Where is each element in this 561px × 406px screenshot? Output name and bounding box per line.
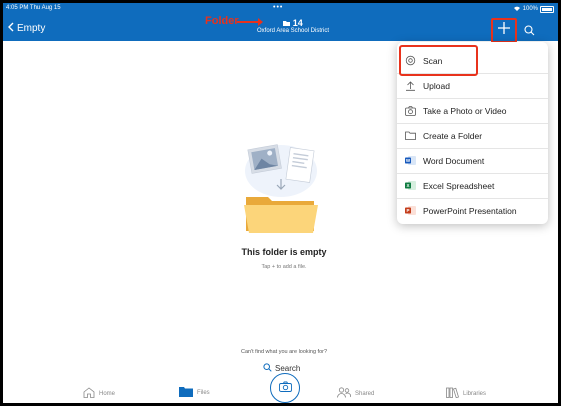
cant-find-text: Can't find what you are looking for? bbox=[240, 349, 328, 355]
menu-item-label: Word Document bbox=[423, 155, 485, 166]
menu-item-label: Create a Folder bbox=[423, 130, 483, 141]
menu-item-word[interactable]: W Word Document bbox=[397, 148, 548, 174]
camera-icon bbox=[397, 105, 423, 116]
tab-home[interactable]: Home bbox=[83, 387, 115, 400]
status-right: 100% bbox=[513, 5, 554, 13]
app-screen: 4:05 PM Thu Aug 15 ••• 100% Empty 14 Oxf… bbox=[3, 3, 558, 403]
folder-icon bbox=[397, 131, 423, 140]
svg-text:X: X bbox=[406, 183, 409, 188]
empty-state-hint: Tap + to add a file. bbox=[261, 264, 307, 270]
menu-item-label: Take a Photo or Video bbox=[423, 105, 507, 116]
menu-item-excel[interactable]: X Excel Spreadsheet bbox=[397, 173, 548, 199]
menu-item-take-photo[interactable]: Take a Photo or Video bbox=[397, 98, 548, 124]
menu-item-upload[interactable]: Upload bbox=[397, 73, 548, 99]
folder-annotation: Folder bbox=[205, 15, 239, 27]
page-title-text: 14 bbox=[292, 18, 303, 28]
menu-item-powerpoint[interactable]: P PowerPoint Presentation bbox=[397, 198, 548, 223]
tab-shared[interactable]: Shared bbox=[337, 387, 374, 400]
status-dots: ••• bbox=[273, 4, 284, 11]
page-subtitle: Oxford Area School District bbox=[256, 28, 330, 34]
empty-state-title: This folder is empty bbox=[241, 247, 327, 257]
menu-item-label: PowerPoint Presentation bbox=[423, 205, 517, 216]
scan-highlight bbox=[399, 45, 478, 76]
back-button[interactable]: Empty bbox=[8, 22, 45, 35]
tab-label: Shared bbox=[355, 390, 375, 397]
folder-small-icon bbox=[283, 18, 293, 28]
files-icon bbox=[179, 387, 193, 399]
empty-folder-illustration bbox=[244, 144, 318, 233]
search-link-label: Search bbox=[275, 364, 301, 373]
annotation-arrow bbox=[237, 18, 263, 26]
wifi-icon bbox=[513, 5, 521, 13]
search-icon bbox=[524, 25, 535, 36]
camera-icon bbox=[278, 379, 292, 397]
search-icon bbox=[263, 363, 272, 374]
tab-label: Libraries bbox=[463, 390, 487, 397]
powerpoint-icon: P bbox=[397, 205, 423, 216]
add-button-highlight bbox=[491, 18, 517, 43]
menu-item-create-folder[interactable]: Create a Folder bbox=[397, 123, 548, 149]
tab-label: Home bbox=[99, 390, 116, 397]
home-icon bbox=[83, 387, 95, 400]
top-bar: 4:05 PM Thu Aug 15 ••• 100% Empty 14 Oxf… bbox=[3, 3, 558, 41]
libraries-icon bbox=[446, 387, 460, 400]
svg-text:P: P bbox=[406, 208, 409, 213]
camera-button[interactable] bbox=[270, 373, 300, 403]
battery-percent: 100% bbox=[522, 6, 538, 12]
tab-libraries[interactable]: Libraries bbox=[446, 387, 486, 400]
tab-files[interactable]: Files bbox=[179, 387, 210, 399]
back-label: Empty bbox=[17, 23, 46, 34]
chevron-left-icon bbox=[8, 22, 14, 35]
battery-icon bbox=[540, 5, 554, 13]
tab-label: Files bbox=[197, 390, 210, 396]
excel-icon: X bbox=[397, 180, 423, 191]
word-icon: W bbox=[397, 155, 423, 166]
shared-icon bbox=[337, 387, 352, 400]
menu-item-label: Upload bbox=[423, 80, 450, 91]
menu-item-label: Excel Spreadsheet bbox=[423, 180, 495, 191]
status-time: 4:05 PM Thu Aug 15 bbox=[6, 5, 61, 11]
upload-icon bbox=[397, 80, 423, 91]
search-button[interactable] bbox=[524, 23, 535, 36]
